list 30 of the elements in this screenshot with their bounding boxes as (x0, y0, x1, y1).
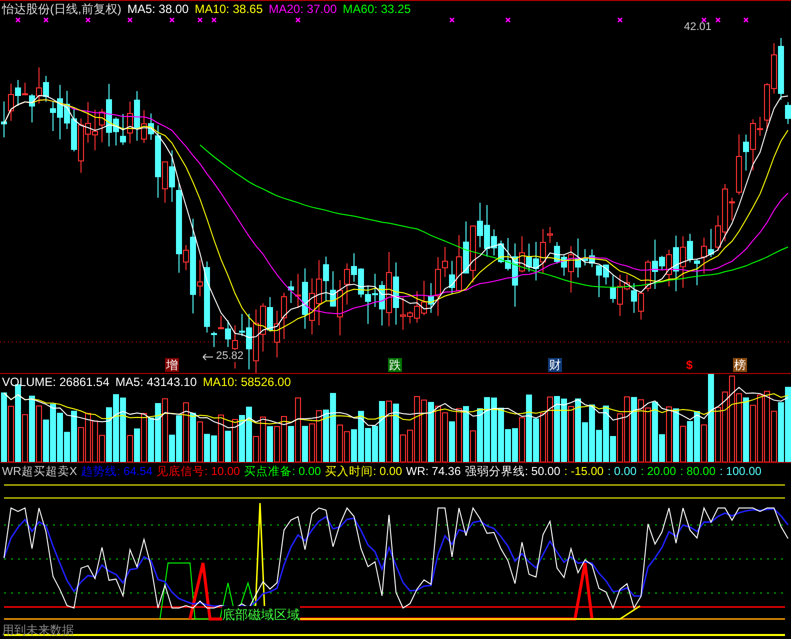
indicator-value: 见底信号: 10.00 (156, 464, 240, 479)
indicator-value: : -15.00 (564, 464, 604, 479)
arrow-icon (202, 354, 214, 360)
indicator-value: 买入时间: 0.00 (325, 464, 402, 479)
ma-value: MA60: 33.25 (342, 2, 411, 17)
indicator-value: : 20.00 (640, 464, 676, 479)
event-marker[interactable]: 榜 (733, 358, 747, 372)
indicator-value: : 80.00 (680, 464, 716, 479)
event-marker[interactable]: 财 (548, 358, 562, 372)
ma-value: MA20: 37.00 (268, 2, 337, 17)
indicator-title: WR超买超卖X (2, 464, 78, 479)
indicator-value: 强弱分界线: 50.00 (464, 464, 560, 479)
indicator-value: WR: 74.36 (406, 464, 461, 479)
warning-text: 用到未来数据 (2, 622, 74, 639)
event-marker[interactable]: 跌 (388, 358, 402, 372)
zone-label: 底部磁域区域 (222, 606, 300, 624)
indicator-value: 趋势线: 64.54 (81, 464, 153, 479)
volume-value: VOLUME: 26861.54 (2, 375, 110, 390)
low-price-label: 25.82 (216, 350, 244, 362)
high-price-label: 42.01 (684, 21, 712, 33)
event-marker[interactable]: 增 (165, 358, 179, 372)
event-marker[interactable]: $ (685, 358, 694, 372)
volume-value: MA5: 43143.10 (115, 375, 197, 390)
ma-value: MA5: 38.00 (127, 2, 189, 17)
indicator-value: 买点准备: 0.00 (244, 464, 322, 479)
indicator-value: : 100.00 (720, 464, 762, 479)
volume-value: MA10: 58526.00 (202, 375, 291, 390)
stock-title: 怡达股份(日线,前复权) (2, 2, 122, 17)
indicator-value: : 0.00 (608, 464, 637, 479)
ma-value: MA10: 38.65 (194, 2, 263, 17)
